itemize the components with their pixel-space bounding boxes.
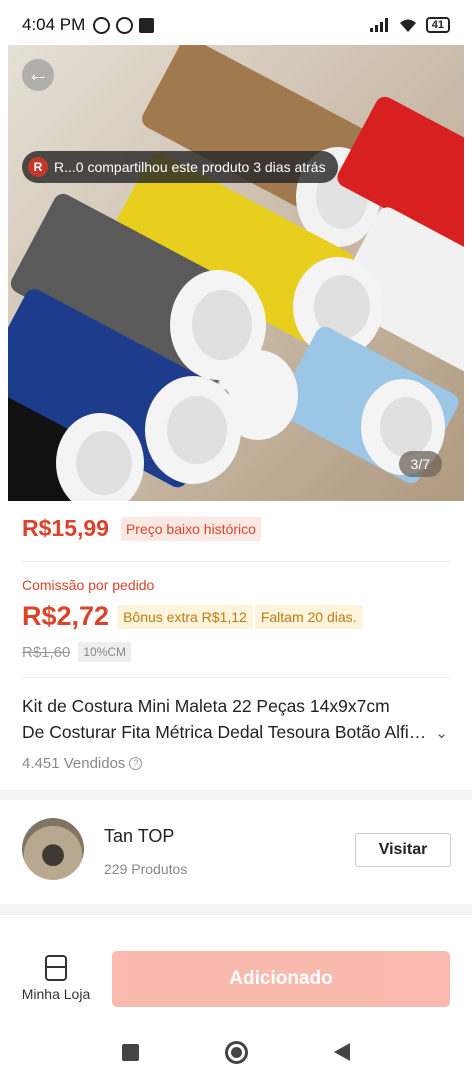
sold-count: 4.451 Vendidos ? xyxy=(22,755,143,772)
days-left-badge: Faltam 20 dias. xyxy=(254,604,363,629)
price-main: R$15,99 xyxy=(22,515,109,541)
commission-percent-badge: 10%CM xyxy=(78,642,132,662)
status-bar: 4:04 PM 41 xyxy=(0,0,472,50)
wifi-icon xyxy=(399,19,416,32)
chevron-down-icon[interactable]: ⌄ xyxy=(435,724,448,742)
old-commission-row: R$1,60 10%CM xyxy=(22,642,132,662)
image-counter: 3/7 xyxy=(398,451,442,477)
sharer-avatar: R xyxy=(28,157,48,177)
shop-icon xyxy=(45,955,67,981)
divider xyxy=(22,561,450,562)
my-shop-button[interactable]: Minha Loja xyxy=(18,955,94,1002)
commission-row: R$2,72 Bônus extra R$1,12 Faltam 20 dias… xyxy=(22,601,363,632)
store-product-count: 229 Produtos xyxy=(104,861,188,877)
share-banner: R R...0 compartilhou este produto 3 dias… xyxy=(22,151,338,183)
whatsapp-icon xyxy=(116,16,134,34)
store-name[interactable]: Tan TOP xyxy=(104,826,174,847)
section-separator xyxy=(0,790,472,800)
product-image[interactable]: ← R R...0 compartilhou este produto 3 di… xyxy=(8,45,464,501)
product-title[interactable]: Kit de Costura Mini Maleta 22 Peças 14x9… xyxy=(22,693,432,745)
status-time: 4:04 PM xyxy=(22,15,86,34)
system-nav-bar xyxy=(0,1028,472,1076)
recents-icon[interactable] xyxy=(122,1043,139,1061)
store-card: Tan TOP 229 Produtos Visitar xyxy=(0,800,472,902)
bottom-action-bar: Minha Loja Adicionado xyxy=(0,914,472,1034)
my-shop-label: Minha Loja xyxy=(21,986,91,1002)
status-right: 41 xyxy=(369,17,450,33)
bonus-badge: Bônus extra R$1,12 xyxy=(117,604,253,629)
signal-icon xyxy=(369,18,388,32)
store-avatar[interactable] xyxy=(22,818,84,880)
price-lowest-badge: Preço baixo histórico xyxy=(120,516,261,541)
divider xyxy=(22,677,450,678)
back-icon[interactable] xyxy=(334,1043,350,1061)
commission-value: R$2,72 xyxy=(22,601,110,631)
commission-label: Comissão por pedido xyxy=(22,577,155,593)
alarm-icon xyxy=(93,16,111,34)
upload-icon xyxy=(139,17,155,33)
product-title-line2: De Costurar Fita Métrica Dedal Tesoura B… xyxy=(22,722,432,742)
old-commission-price: R$1,60 xyxy=(22,643,71,661)
info-icon[interactable]: ? xyxy=(129,757,143,770)
section-separator xyxy=(0,904,472,914)
added-button[interactable]: Adicionado xyxy=(112,951,450,1007)
home-icon[interactable] xyxy=(225,1040,248,1064)
share-text: R...0 compartilhou este produto 3 dias a… xyxy=(54,159,326,175)
battery-icon: 41 xyxy=(425,17,450,33)
back-arrow-icon[interactable]: ← xyxy=(22,59,54,91)
product-title-line1: Kit de Costura Mini Maleta 22 Peças 14x9… xyxy=(22,696,390,716)
sold-count-text: 4.451 Vendidos xyxy=(22,755,126,772)
price-row: R$15,99 Preço baixo histórico xyxy=(22,515,261,542)
status-notification-icons xyxy=(93,16,155,34)
visit-store-button[interactable]: Visitar xyxy=(355,833,451,867)
thread-spools-image xyxy=(8,45,464,501)
